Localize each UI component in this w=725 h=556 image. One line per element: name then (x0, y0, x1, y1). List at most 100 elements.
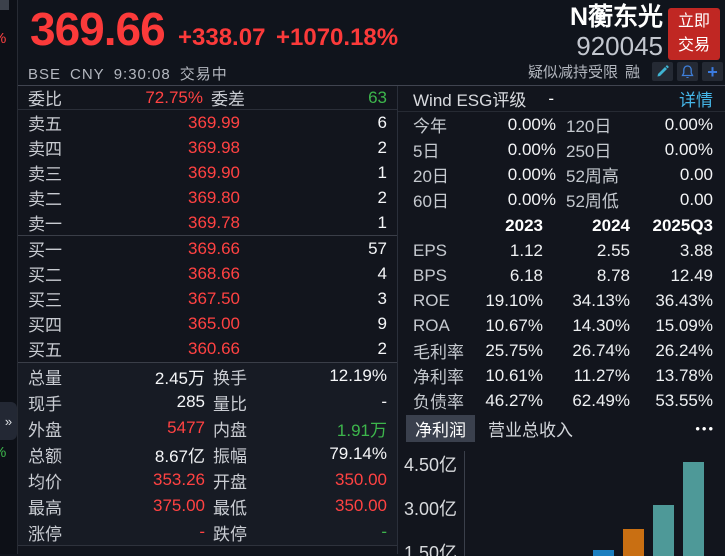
stat-label: 振幅 (213, 442, 283, 467)
ask-row-4[interactable]: 卖四 369.98 2 (18, 135, 397, 160)
more-options-icon[interactable]: ••• (695, 421, 715, 436)
bar-group (593, 462, 704, 556)
return-label: 52周低 (566, 187, 628, 212)
pencil-icon (656, 65, 669, 78)
return-value: 0.00% (628, 115, 713, 135)
daily-stats-section: 总量 2.45万 换手 12.19% 现手 285 量比 - 外盘 5477 内… (18, 362, 397, 546)
ask-volume: 1 (240, 163, 387, 183)
ask-row-5[interactable]: 卖五 369.99 6 (18, 110, 397, 135)
bid-volume: 9 (240, 314, 387, 334)
bid-label: 买三 (28, 286, 98, 311)
trade-now-button[interactable]: 立即 交易 (668, 8, 720, 60)
bid-price: 360.66 (98, 339, 240, 359)
metric-value: 62.49% (543, 391, 630, 411)
stat-value: 12.19% (283, 366, 387, 386)
esg-rating-row: Wind ESG评级 - 详情 (398, 86, 725, 112)
stat-value: 375.00 (98, 496, 205, 516)
ask-row-1[interactable]: 卖一 369.78 1 (18, 210, 397, 235)
bid-row-5[interactable]: 买五 360.66 2 (18, 336, 397, 361)
stat-label: 总额 (28, 442, 98, 467)
order-book-panel: 委比 72.75% 委差 63 卖五 369.99 6 卖四 369.98 2 … (18, 86, 397, 554)
stat-value: 1.91万 (283, 416, 387, 441)
financials-row-roe: ROE 19.10% 34.13% 36.43% (398, 288, 725, 313)
ask-row-3[interactable]: 卖三 369.90 1 (18, 160, 397, 185)
chart-bar (593, 550, 614, 556)
bid-row-2[interactable]: 买二 368.66 4 (18, 261, 397, 286)
bid-label: 买二 (28, 261, 98, 286)
expand-sidebar-button[interactable]: » (0, 402, 17, 440)
stat-value: 285 (98, 392, 205, 412)
esg-rating-value: - (548, 89, 554, 109)
bid-row-3[interactable]: 买三 367.50 3 (18, 286, 397, 311)
bid-price: 369.66 (98, 239, 240, 259)
stock-code: 920045 (570, 32, 663, 61)
metric-label: ROA (413, 316, 478, 336)
window-corner-notch (0, 0, 9, 10)
mini-bar-chart: 4.50亿 3.00亿 1.50亿 (398, 441, 725, 556)
stat-label: 均价 (28, 468, 98, 493)
quote-time: 9:30:08 (114, 66, 171, 83)
stat-value: - (283, 392, 387, 412)
ask-price: 369.80 (98, 188, 240, 208)
bell-icon (681, 65, 694, 79)
stock-identity: N蘅东光 920045 (570, 2, 663, 61)
stat-value: 353.26 (98, 470, 205, 490)
ask-levels: 卖五 369.99 6 卖四 369.98 2 卖三 369.90 1 卖二 3… (18, 110, 397, 235)
financials-row-eps: EPS 1.12 2.55 3.88 (398, 238, 725, 263)
weicha-label: 委差 (211, 85, 267, 110)
stat-value: - (283, 522, 387, 542)
metric-label: BPS (413, 266, 478, 286)
metric-value: 26.74% (543, 341, 630, 361)
return-label: 今年 (413, 112, 473, 137)
return-value: 0.00% (473, 115, 556, 135)
financials-row-roa: ROA 10.67% 14.30% 15.09% (398, 313, 725, 338)
chart-tab-net-profit[interactable]: 净利润 (406, 415, 475, 442)
commission-ratio-row: 委比 72.75% 委差 63 (18, 86, 397, 110)
bid-volume: 4 (240, 264, 387, 284)
weicha-value: 63 (267, 88, 387, 108)
alert-button[interactable] (677, 62, 698, 81)
ask-volume: 1 (240, 213, 387, 233)
esg-details-link[interactable]: 详情 (679, 86, 713, 111)
bid-row-4[interactable]: 买四 365.00 9 (18, 311, 397, 336)
exchange-label: BSE (28, 66, 61, 83)
metric-value: 19.10% (478, 291, 543, 311)
ask-price: 369.78 (98, 213, 240, 233)
last-price: 369.66 (30, 2, 165, 56)
chart-tab-revenue[interactable]: 营业总收入 (479, 415, 582, 442)
bid-volume: 2 (240, 339, 387, 359)
return-label: 20日 (413, 162, 473, 187)
ask-volume: 6 (240, 113, 387, 133)
stat-value: 350.00 (283, 470, 387, 490)
stat-value: 8.67亿 (98, 442, 205, 467)
stat-value: - (98, 522, 205, 542)
y-axis-tick: 1.50亿 (404, 539, 464, 556)
financials-row-bps: BPS 6.18 8.78 12.49 (398, 263, 725, 288)
return-value: 0.00% (473, 190, 556, 210)
collapsed-sidebar-strip: % » % (0, 0, 18, 554)
restriction-tag: 疑似减持受限 (528, 61, 618, 82)
stats-row: 涨停 - 跌停 - (18, 519, 397, 545)
ask-row-2[interactable]: 卖二 369.80 2 (18, 185, 397, 210)
metric-value: 3.88 (630, 241, 713, 261)
metric-value: 8.78 (543, 266, 630, 286)
chart-bar (683, 462, 704, 556)
return-label: 250日 (566, 137, 628, 162)
bid-row-1[interactable]: 买一 369.66 57 (18, 236, 397, 261)
return-row: 60日 0.00% 52周低 0.00 (398, 187, 725, 212)
stat-label: 总量 (28, 364, 98, 389)
trade-button-line1: 立即 (668, 10, 720, 34)
return-row: 20日 0.00% 52周高 0.00 (398, 162, 725, 187)
return-label: 5日 (413, 137, 473, 162)
return-value: 0.00 (628, 190, 713, 210)
metric-value: 6.18 (478, 266, 543, 286)
metric-value: 34.13% (543, 291, 630, 311)
stats-row: 总额 8.67亿 振幅 79.14% (18, 441, 397, 467)
chart-bar (653, 505, 674, 556)
edit-note-button[interactable] (652, 62, 673, 81)
margin-trading-flag[interactable]: 融 (625, 61, 640, 82)
bid-volume: 3 (240, 289, 387, 309)
trade-button-line2: 交易 (668, 34, 720, 58)
add-to-watchlist-button[interactable]: + (702, 62, 723, 81)
return-value: 0.00% (473, 140, 556, 160)
